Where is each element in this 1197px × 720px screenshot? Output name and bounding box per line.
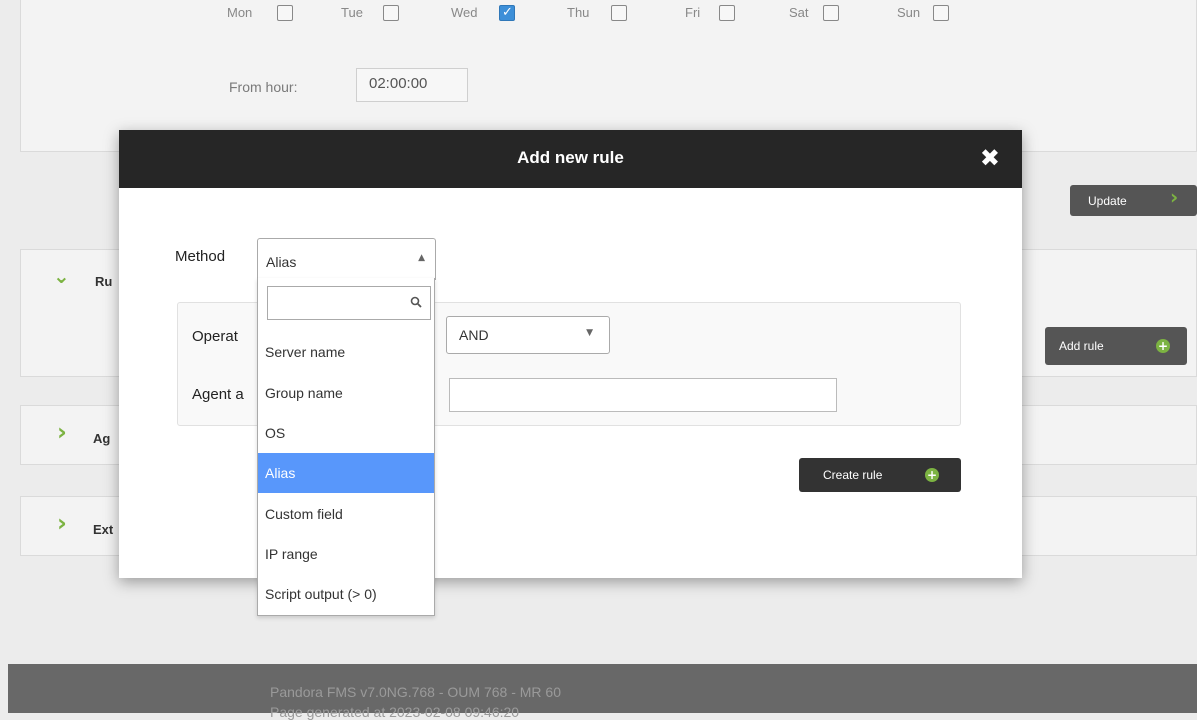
agents-section-title: Ag [93, 431, 111, 446]
method-label: Method [175, 248, 226, 265]
day-label-mon: Mon [227, 5, 253, 20]
close-icon[interactable]: ✖ [980, 144, 1000, 172]
operator-label: Operat [192, 328, 238, 345]
dropdown-search-input[interactable] [267, 286, 431, 320]
dropdown-option-script-output[interactable]: Script output (> 0) [258, 574, 434, 614]
dropdown-option-alias[interactable]: Alias [258, 453, 434, 493]
create-rule-button[interactable]: Create rule + [799, 458, 961, 492]
day-checkbox-thu[interactable] [611, 5, 627, 21]
method-dropdown: Server name Group name OS Alias Custom f… [257, 278, 435, 616]
dropdown-option-os[interactable]: OS [258, 413, 434, 453]
day-label-sat: Sat [789, 5, 809, 20]
method-selected-value: Alias [266, 254, 297, 270]
add-rule-modal: Add new rule ✖ Method Alias ▲ Operat AND… [119, 130, 1022, 578]
from-hour-label: From hour: [229, 79, 298, 95]
day-label-tue: Tue [341, 5, 363, 20]
extra-section-title: Ext [93, 522, 114, 537]
day-label-wed: Wed [451, 5, 478, 20]
day-checkbox-fri[interactable] [719, 5, 735, 21]
method-select[interactable]: Alias ▲ [257, 238, 436, 280]
search-icon [410, 296, 422, 308]
day-label-fri: Fri [685, 5, 701, 20]
footer-generated: Page generated at 2023-02-08 09:46:20 [270, 704, 520, 720]
operator-select[interactable]: AND ▼ [446, 316, 610, 354]
dropdown-option-ip-range[interactable]: IP range [258, 534, 434, 574]
day-checkbox-wed[interactable] [499, 5, 515, 21]
add-rule-button-label: Add rule [1059, 339, 1104, 353]
dropdown-option-custom-field[interactable]: Custom field [258, 494, 434, 534]
day-label-sun: Sun [897, 5, 921, 20]
modal-title: Add new rule [517, 148, 624, 167]
chevron-right-icon: › [57, 509, 67, 537]
agent-label: Agent a [192, 386, 244, 403]
plus-circle-icon: + [925, 468, 939, 482]
dropdown-option-server-name[interactable]: Server name [258, 332, 434, 372]
update-button[interactable]: Update › [1070, 185, 1197, 216]
page-footer: Pandora FMS v7.0NG.768 - OUM 768 - MR 60… [8, 664, 1197, 720]
day-label-thu: Thu [567, 5, 590, 20]
day-checkbox-tue[interactable] [383, 5, 399, 21]
modal-header: Add new rule ✖ [119, 130, 1022, 188]
day-checkbox-sat[interactable] [823, 5, 839, 21]
chevron-down-icon: ⌄ [53, 264, 70, 288]
dropdown-option-group-name[interactable]: Group name [258, 373, 434, 413]
from-hour-input[interactable]: 02:00:00 [356, 68, 468, 102]
operator-selected-value: AND [459, 327, 489, 343]
update-button-label: Update [1088, 193, 1127, 208]
caret-up-icon: ▲ [418, 253, 425, 263]
rules-section-title: Ru [95, 274, 113, 289]
chevron-right-icon: › [57, 418, 67, 446]
caret-down-icon: ▼ [586, 328, 593, 338]
day-checkbox-sun[interactable] [933, 5, 949, 21]
create-rule-label: Create rule [823, 468, 883, 482]
agent-value-input[interactable] [449, 378, 837, 412]
day-checkbox-mon[interactable] [277, 5, 293, 21]
plus-circle-icon: + [1156, 339, 1170, 353]
add-rule-button[interactable]: Add rule + [1045, 327, 1187, 365]
footer-version: Pandora FMS v7.0NG.768 - OUM 768 - MR 60 [270, 684, 561, 700]
chevron-right-icon: › [1170, 185, 1179, 209]
